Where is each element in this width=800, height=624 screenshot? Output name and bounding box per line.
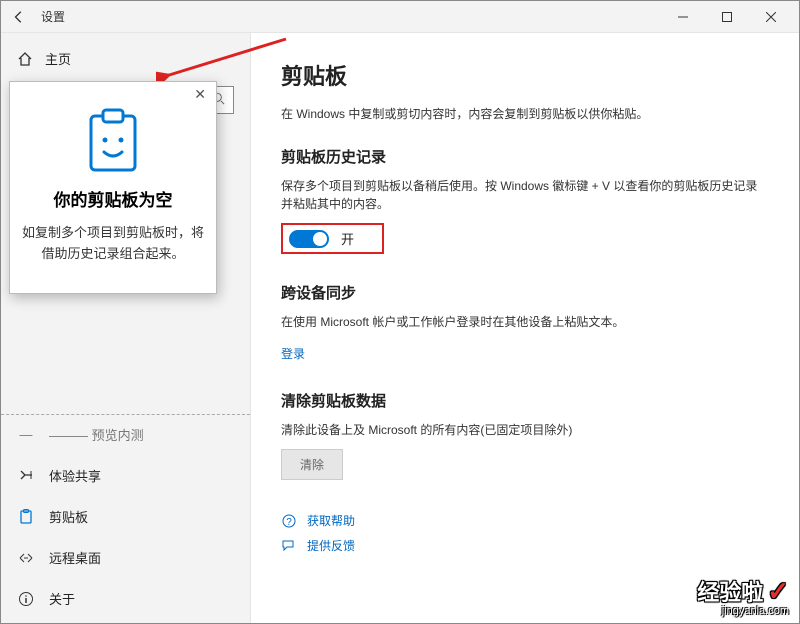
feedback-icon [281,538,297,554]
sidebar-item-label: 体验共享 [49,466,101,485]
svg-text:?: ? [286,517,292,528]
section-desc: 在使用 Microsoft 帐户或工作帐户登录时在其他设备上粘贴文本。 [281,313,769,331]
history-toggle-highlight: 开 [281,223,384,254]
history-toggle[interactable] [289,230,329,248]
sidebar-item-label: 剪贴板 [49,507,88,526]
watermark: 经验啦 ✓ jingyanla.com [697,575,789,617]
footer-link-label: 获取帮助 [307,512,355,529]
section-history: 剪贴板历史记录 保存多个项目到剪贴板以备稍后使用。按 Windows 徽标键 +… [281,146,769,254]
watermark-text: 经验啦 [697,575,763,607]
help-link-row[interactable]: ? 获取帮助 [281,508,769,533]
section-sync: 跨设备同步 在使用 Microsoft 帐户或工作帐户登录时在其他设备上粘贴文本… [281,282,769,362]
section-clear: 清除剪贴板数据 清除此设备上及 Microsoft 的所有内容(已固定项目除外)… [281,390,769,480]
close-button[interactable] [749,3,793,31]
window-controls [661,3,793,31]
sidebar-nav: — ——— 预览内测 体验共享 剪贴板 远程桌面 [1,414,250,618]
remote-icon [17,549,35,567]
share-icon [17,467,35,485]
sidebar-item-label: 远程桌面 [49,548,101,567]
section-desc: 清除此设备上及 Microsoft 的所有内容(已固定项目除外) [281,421,769,439]
page-title: 剪贴板 [281,59,769,91]
toggle-label: 开 [341,229,354,248]
close-icon [766,12,776,22]
checkmark-icon: ✓ [767,576,789,607]
section-title: 跨设备同步 [281,282,769,303]
sidebar-item-share[interactable]: 体验共享 [1,456,250,495]
section-title: 清除剪贴板数据 [281,390,769,411]
sidebar-item-label: 关于 [49,589,75,608]
help-icon: ? [281,513,297,529]
page-intro: 在 Windows 中复制或剪切内容时，内容会复制到剪贴板以供你粘贴。 [281,105,769,122]
maximize-button[interactable] [705,3,749,31]
section-title: 剪贴板历史记录 [281,146,769,167]
clipboard-face-icon [85,108,141,174]
footer-links: ? 获取帮助 提供反馈 [281,508,769,558]
section-desc: 保存多个项目到剪贴板以备稍后使用。按 Windows 徽标键 + V 以查看你的… [281,177,769,213]
maximize-icon [722,12,732,22]
feedback-link-row[interactable]: 提供反馈 [281,533,769,558]
sidebar-home[interactable]: 主页 [1,41,250,76]
back-button[interactable] [7,5,31,29]
sidebar-home-label: 主页 [45,49,71,68]
dash-icon: — [17,426,35,444]
sidebar-item-label: ——— 预览内测 [49,425,144,444]
minimize-button[interactable] [661,3,705,31]
title-bar: 设置 [1,1,799,33]
home-icon [17,51,33,67]
popup-title: 你的剪贴板为空 [22,186,204,211]
signin-link[interactable]: 登录 [281,345,305,362]
clear-button[interactable]: 清除 [281,449,343,480]
arrow-left-icon [12,10,26,24]
clipboard-empty-popup: ✕ 你的剪贴板为空 如复制多个项目到剪贴板时，将借助历史记录组合起来。 [9,81,217,294]
sidebar-item-clipboard[interactable]: 剪贴板 [1,497,250,536]
minimize-icon [678,12,688,22]
sidebar-item-remote[interactable]: 远程桌面 [1,538,250,577]
sidebar-item-preview[interactable]: — ——— 预览内测 [1,414,250,454]
sidebar-item-about[interactable]: 关于 [1,579,250,618]
popup-close-button[interactable]: ✕ [188,84,212,105]
info-icon [17,590,35,608]
footer-link-label: 提供反馈 [307,537,355,554]
window-title: 设置 [41,8,65,25]
popup-desc: 如复制多个项目到剪贴板时，将借助历史记录组合起来。 [22,223,204,265]
main-content: 剪贴板 在 Windows 中复制或剪切内容时，内容会复制到剪贴板以供你粘贴。 … [251,33,799,623]
clipboard-icon [17,508,35,526]
